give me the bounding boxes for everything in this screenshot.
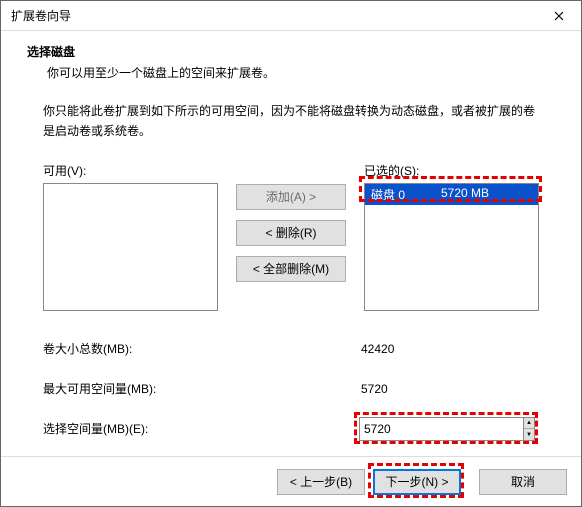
field-row-total: 卷大小总数(MB): 42420 [43,329,539,369]
cancel-button[interactable]: 取消 [479,469,567,495]
disk-columns: 可用(V): 添加(A) > < 删除(R) < 全部删除(M) 已选的(S):… [43,162,539,311]
page-heading: 选择磁盘 [27,43,561,60]
close-button[interactable] [536,1,581,31]
next-button[interactable]: 下一步(N) > [373,469,461,495]
field-row-max: 最大可用空间量(MB): 5720 [43,369,539,409]
next-button-wrap: 下一步(N) > [373,469,461,495]
page-subheading: 你可以用至少一个磁盘上的空间来扩展卷。 [47,64,561,81]
back-button[interactable]: < 上一步(B) [277,469,365,495]
selected-column: 已选的(S): 磁盘 0 5720 MB [364,162,539,311]
disk-name: 磁盘 0 [371,186,441,203]
available-listbox[interactable] [43,183,218,311]
field-row-select: 选择空间量(MB)(E): ▲ ▼ [43,409,539,449]
content-area: 你只能将此卷扩展到如下所示的可用空间，因为不能将磁盘转换为动态磁盘，或者被扩展的… [1,91,581,449]
footer: < 上一步(B) 下一步(N) > 取消 [1,456,581,506]
remove-button[interactable]: < 删除(R) [236,220,346,246]
select-space-input[interactable] [359,417,524,441]
total-size-value: 42420 [359,342,394,356]
total-size-label: 卷大小总数(MB): [43,340,359,357]
selected-label: 已选的(S): [364,162,539,179]
titlebar: 扩展卷向导 [1,1,581,31]
available-label: 可用(V): [43,162,218,179]
max-space-value: 5720 [359,382,388,396]
close-icon [554,11,564,21]
max-space-label: 最大可用空间量(MB): [43,380,359,397]
list-item[interactable]: 磁盘 0 5720 MB [365,184,538,205]
spinner-down-button[interactable]: ▼ [524,429,534,440]
header-section: 选择磁盘 你可以用至少一个磁盘上的空间来扩展卷。 [1,31,581,91]
select-space-label: 选择空间量(MB)(E): [43,420,359,437]
fields-section: 卷大小总数(MB): 42420 最大可用空间量(MB): 5720 选择空间量… [43,329,539,449]
select-space-spinner: ▲ ▼ [359,417,535,441]
description-text: 你只能将此卷扩展到如下所示的可用空间，因为不能将磁盘转换为动态磁盘，或者被扩展的… [43,101,539,142]
add-button[interactable]: 添加(A) > [236,184,346,210]
remove-all-button[interactable]: < 全部删除(M) [236,256,346,282]
available-column: 可用(V): [43,162,218,311]
window-title: 扩展卷向导 [11,7,71,24]
spinner-up-button[interactable]: ▲ [524,418,534,430]
middle-buttons: 添加(A) > < 删除(R) < 全部删除(M) [218,162,364,282]
disk-size: 5720 MB [441,186,489,203]
spinner-buttons: ▲ ▼ [524,417,535,441]
selected-listbox[interactable]: 磁盘 0 5720 MB [364,183,539,311]
